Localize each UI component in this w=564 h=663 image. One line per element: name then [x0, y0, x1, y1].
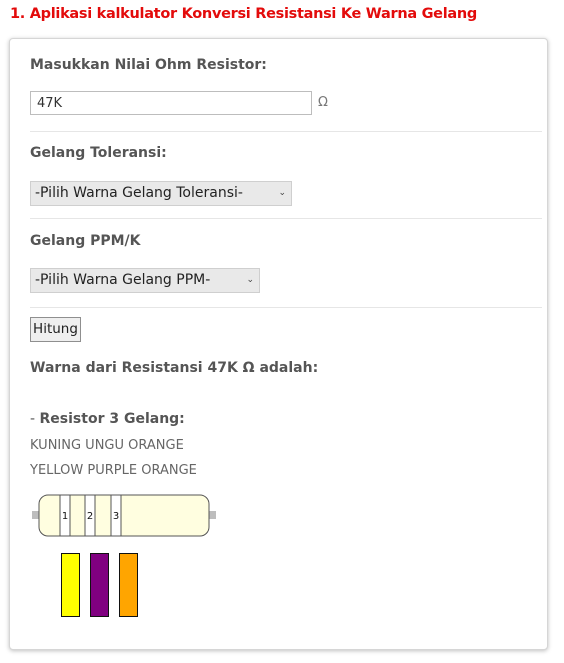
divider [30, 218, 542, 219]
tolerance-select[interactable]: -Pilih Warna Gelang Toleransi- ⌄ [30, 181, 292, 206]
colors-english: YELLOW PURPLE ORANGE [30, 463, 197, 478]
tolerance-label: Gelang Toleransi: [30, 145, 167, 161]
band-number-3: 3 [113, 511, 119, 522]
result-heading: Warna dari Resistansi 47K Ω adalah: [30, 360, 319, 376]
band-number-2: 2 [87, 511, 93, 522]
ppm-select-value: -Pilih Warna Gelang PPM- [35, 272, 211, 288]
ohm-unit-label: Ω [318, 95, 328, 110]
resistor-diagram: 1 2 3 [30, 484, 218, 546]
ohm-label: Masukkan Nilai Ohm Resistor: [30, 57, 267, 73]
calculator-card: Masukkan Nilai Ohm Resistor: Ω Gelang To… [9, 38, 548, 650]
divider [30, 307, 542, 308]
calculate-button[interactable]: Hitung [30, 317, 81, 342]
colors-indonesian: KUNING UNGU ORANGE [30, 438, 184, 453]
ppm-select[interactable]: -Pilih Warna Gelang PPM- ⌄ [30, 268, 260, 293]
ppm-label: Gelang PPM/K [30, 233, 141, 249]
divider [30, 131, 542, 132]
section-title: Resistor 3 Gelang: [39, 411, 185, 427]
color-swatch-3 [119, 553, 138, 617]
band-number-1: 1 [62, 511, 68, 522]
tolerance-select-value: -Pilih Warna Gelang Toleransi- [35, 185, 243, 201]
resistor-section-heading: - Resistor 3 Gelang: [30, 411, 185, 427]
color-swatch-1 [61, 553, 80, 617]
chevron-down-icon: ⌄ [246, 275, 254, 285]
chevron-down-icon: ⌄ [278, 188, 286, 198]
section-dash: - [30, 411, 40, 427]
ohm-input[interactable] [30, 91, 312, 115]
page-title: 1. Aplikasi kalkulator Konversi Resistan… [10, 6, 477, 22]
color-swatch-2 [90, 553, 109, 617]
